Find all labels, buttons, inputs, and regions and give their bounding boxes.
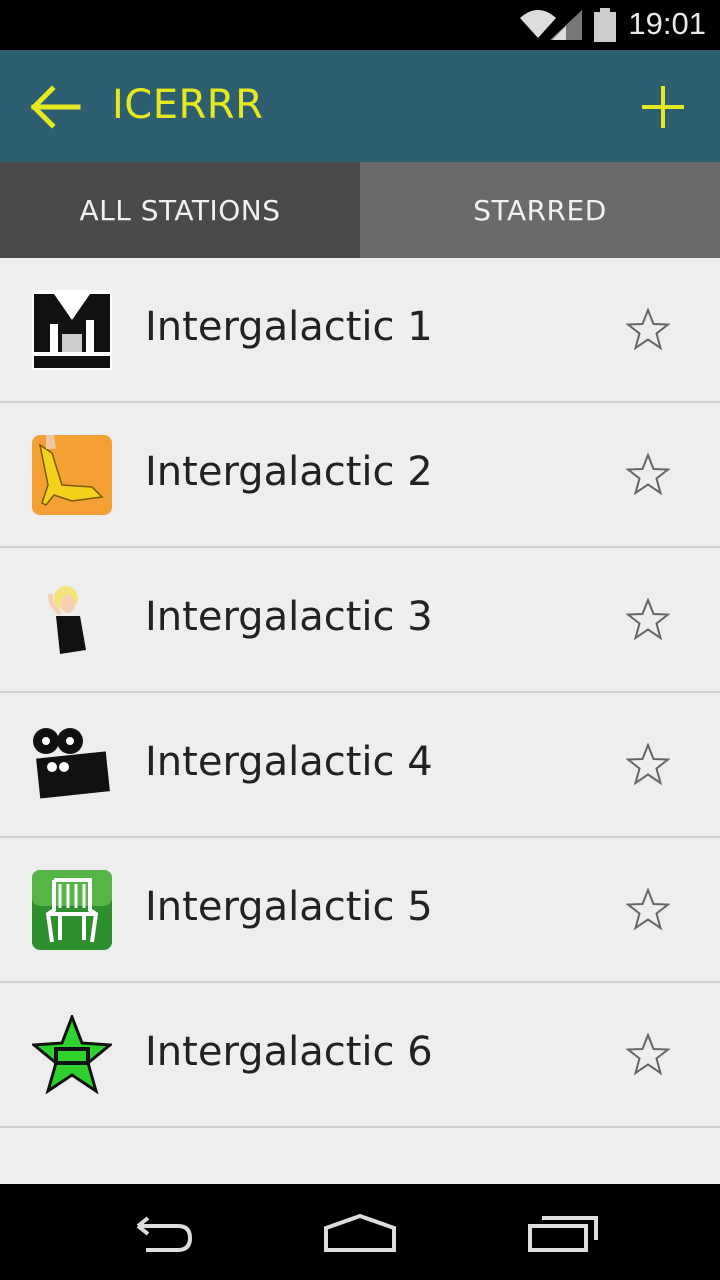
list-item[interactable]: Intergalactic 5: [0, 838, 720, 983]
navigation-bar: [0, 1184, 720, 1280]
partial-station-logo: [32, 1160, 112, 1184]
list-item[interactable]: Intergalactic 3: [0, 548, 720, 693]
tab-all-stations[interactable]: ALL STATIONS: [0, 162, 360, 258]
tab-bar: ALL STATIONS STARRED: [0, 162, 720, 258]
recents-nav-icon[interactable]: [526, 1210, 600, 1254]
star-outline-icon[interactable]: [626, 743, 670, 787]
station-name: Intergalactic 3: [145, 594, 433, 640]
app-title: ICERRR: [112, 82, 264, 128]
green-star-logo: [32, 1015, 112, 1095]
murdercapital-logo: [32, 290, 112, 370]
star-outline-icon[interactable]: [626, 1033, 670, 1077]
yellow-heel-logo: [32, 435, 112, 515]
star-outline-icon[interactable]: [626, 308, 670, 352]
home-nav-icon[interactable]: [322, 1212, 398, 1254]
dream-machine-logo: [33, 728, 110, 799]
tab-starred[interactable]: STARRED: [360, 162, 720, 258]
station-list[interactable]: Intergalactic 1 Intergalactic 2 Intergal…: [0, 258, 720, 1184]
status-time: 19:01: [628, 6, 706, 41]
list-item[interactable]: Intergalactic 4: [0, 693, 720, 838]
back-nav-icon[interactable]: [124, 1214, 196, 1254]
plus-icon[interactable]: [640, 84, 686, 130]
list-item[interactable]: Intergalactic 1: [0, 258, 720, 403]
status-bar: 19:01: [0, 0, 720, 50]
arrow-left-icon[interactable]: [30, 84, 82, 130]
station-name: Intergalactic 2: [145, 449, 433, 495]
station-name: Intergalactic 4: [145, 739, 433, 785]
station-name: Intergalactic 6: [145, 1029, 433, 1075]
star-outline-icon[interactable]: [626, 598, 670, 642]
battery-icon: [594, 8, 616, 42]
station-name: Intergalactic 5: [145, 884, 433, 930]
list-item[interactable]: Intergalactic 2: [0, 403, 720, 548]
signal-icon: [550, 10, 582, 40]
pinup-girl-logo: [47, 586, 86, 654]
star-outline-icon[interactable]: [626, 453, 670, 497]
list-item[interactable]: Intergalactic 6: [0, 983, 720, 1128]
action-bar: ICERRR: [0, 50, 720, 162]
station-name: Intergalactic 1: [145, 304, 433, 350]
list-item-partial[interactable]: [0, 1128, 720, 1184]
star-outline-icon[interactable]: [626, 888, 670, 932]
garden-chair-logo: [32, 870, 112, 950]
